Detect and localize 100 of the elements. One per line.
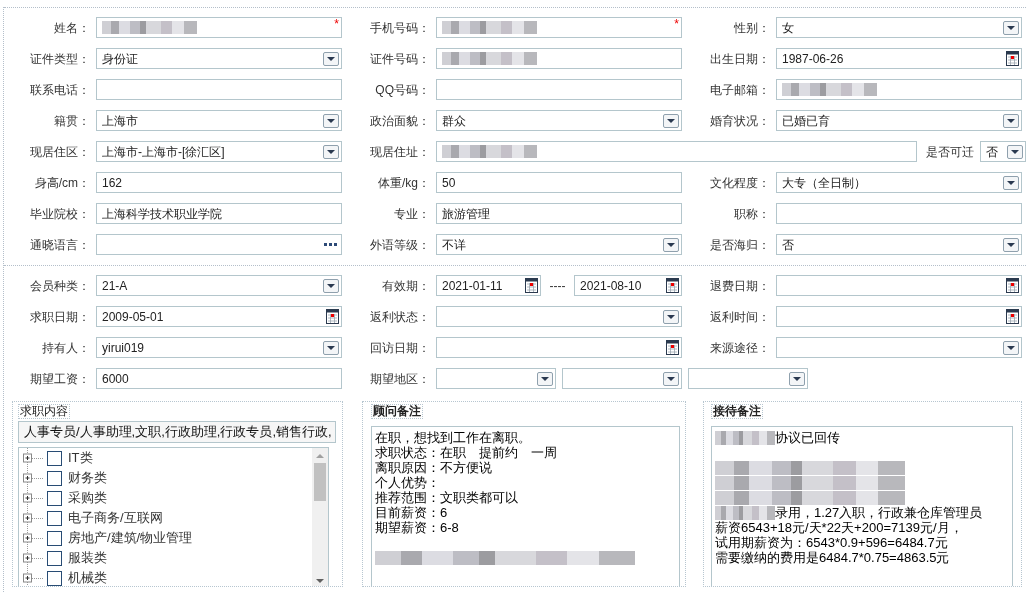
date-field[interactable]: 1987-06-26 bbox=[776, 48, 1022, 69]
text-field[interactable]: 50 bbox=[436, 172, 682, 193]
dropdown-field[interactable]: 群众 bbox=[436, 110, 682, 131]
ellipsis-icon[interactable] bbox=[324, 243, 339, 246]
calendar-icon[interactable] bbox=[666, 278, 679, 293]
text-field[interactable]: 旅游管理 bbox=[436, 203, 682, 224]
required-asterisk: * bbox=[674, 18, 679, 30]
text-field[interactable]: * bbox=[436, 17, 682, 38]
panel-title: 顾问备注 bbox=[371, 404, 423, 419]
checkbox[interactable] bbox=[47, 470, 62, 486]
dropdown-field[interactable]: 否 bbox=[776, 234, 1022, 255]
field-label: 出生日期： bbox=[709, 50, 770, 68]
field-label: 身高/cm： bbox=[33, 174, 90, 192]
date-field[interactable] bbox=[436, 337, 682, 358]
field-label: 政治面貌： bbox=[369, 112, 430, 130]
checkbox[interactable] bbox=[47, 510, 62, 526]
tree-item-label[interactable]: IT类 bbox=[68, 448, 93, 468]
panel-title: 求职内容 bbox=[18, 404, 70, 419]
calendar-icon[interactable] bbox=[1006, 278, 1019, 293]
field-label: 电子邮箱： bbox=[709, 81, 770, 99]
required-asterisk: * bbox=[334, 18, 339, 30]
dropdown-field[interactable]: 身份证 bbox=[96, 48, 342, 69]
text-field[interactable] bbox=[436, 141, 917, 162]
date-field[interactable] bbox=[776, 306, 1022, 327]
field-label: 联系电话： bbox=[29, 81, 90, 99]
dropdown-field[interactable]: 不详 bbox=[436, 234, 682, 255]
dropdown-field[interactable]: 21-A bbox=[96, 275, 342, 296]
dropdown-field[interactable]: 上海市-上海市-[徐汇区] bbox=[96, 141, 342, 162]
scrollbar[interactable] bbox=[312, 448, 328, 586]
tree-item-label[interactable]: 电子商务/互联网 bbox=[68, 508, 163, 528]
dropdown-field[interactable]: 已婚已育 bbox=[776, 110, 1022, 131]
calendar-icon[interactable] bbox=[326, 309, 339, 324]
field-label: 外语等级： bbox=[369, 236, 430, 254]
checkbox[interactable] bbox=[47, 570, 62, 586]
text-field[interactable]: 162 bbox=[96, 172, 342, 193]
field-label: 回访日期： bbox=[369, 339, 430, 357]
field-label: 籍贯： bbox=[53, 112, 90, 130]
field-label: 证件类型： bbox=[29, 50, 90, 68]
dropdown-field[interactable]: 上海市 bbox=[96, 110, 342, 131]
notes-textarea[interactable]: 在职，想找到工作在离职。 求职状态：在职 提前约 一周 离职原因：不方便说 个人优势： 推荐范围：文职类都可以 目前薪资：6 期望薪资：6-8 bbox=[371, 426, 680, 586]
text-field[interactable] bbox=[96, 79, 342, 100]
text-field[interactable] bbox=[776, 79, 1022, 100]
field-label: 手机号码： bbox=[369, 19, 430, 37]
date-field[interactable]: 2021-01-11 bbox=[436, 275, 541, 296]
calendar-icon[interactable] bbox=[1006, 51, 1019, 66]
text-field[interactable] bbox=[776, 203, 1022, 224]
calendar-icon[interactable] bbox=[666, 340, 679, 355]
field-label: 持有人： bbox=[41, 339, 90, 357]
calendar-icon[interactable] bbox=[1006, 309, 1019, 324]
field-label: 来源途径： bbox=[709, 339, 770, 357]
dropdown-field[interactable]: 大专（全日制） bbox=[776, 172, 1022, 193]
dropdown-field[interactable] bbox=[436, 368, 556, 389]
field-label: 期望工资： bbox=[29, 370, 90, 388]
dropdown-field[interactable]: yirui019 bbox=[96, 337, 342, 358]
tree-item-label[interactable]: 财务类 bbox=[68, 468, 107, 488]
field-label: 性别： bbox=[733, 19, 770, 37]
date-field[interactable] bbox=[776, 275, 1022, 296]
date-field[interactable]: 2009-05-01 bbox=[96, 306, 342, 327]
checkbox[interactable] bbox=[47, 490, 62, 506]
dropdown-field[interactable] bbox=[776, 337, 1022, 358]
range-separator: ---- bbox=[548, 277, 567, 295]
dropdown-field[interactable] bbox=[562, 368, 682, 389]
field-label: 现居住址： bbox=[369, 143, 430, 161]
checkbox[interactable] bbox=[47, 550, 62, 566]
dropdown-field[interactable]: 否 bbox=[980, 141, 1026, 162]
text-field[interactable]: * bbox=[96, 17, 342, 38]
checkbox[interactable] bbox=[47, 450, 62, 466]
calendar-icon[interactable] bbox=[525, 278, 538, 293]
field-label: 专业： bbox=[393, 205, 430, 223]
dropdown-field[interactable]: 女 bbox=[776, 17, 1022, 38]
text-field[interactable]: 人事专员/人事助理,文职,行政助理,行政专员,销售行政, bbox=[18, 421, 336, 443]
field-label: 期望地区： bbox=[369, 370, 430, 388]
field-label: 会员种类： bbox=[29, 277, 90, 295]
notes-textarea[interactable]: 协议已回传 录用，1.27入职，行政兼仓库管理员 薪资6543+18元/天*22天+200=7139元/月， 试用期薪资为：6543*0.9+596=6484.7元 需要缴纳的费用是6484.7*0.75=4863.5元 bbox=[711, 426, 1013, 586]
tree-item-label[interactable]: 房地产/建筑/物业管理 bbox=[68, 528, 193, 548]
field-label: 姓名： bbox=[53, 19, 90, 37]
field-label: 现居住区： bbox=[29, 143, 90, 161]
text-field[interactable]: 上海科学技术职业学院 bbox=[96, 203, 342, 224]
field-label: 职称： bbox=[733, 205, 770, 223]
field-label: 退费日期： bbox=[709, 277, 770, 295]
field-label: 文化程度： bbox=[709, 174, 770, 192]
tree-item-label[interactable]: 采购类 bbox=[68, 488, 107, 508]
text-field[interactable] bbox=[436, 79, 682, 100]
tree-item-label[interactable]: 服装类 bbox=[68, 548, 107, 568]
checkbox[interactable] bbox=[47, 530, 62, 546]
lookup-field[interactable] bbox=[96, 234, 342, 255]
text-field[interactable]: 6000 bbox=[96, 368, 342, 389]
field-label: 求职日期： bbox=[29, 308, 90, 326]
field-label: 返利时间： bbox=[709, 308, 770, 326]
text-field[interactable] bbox=[436, 48, 682, 69]
field-label: 返利状态： bbox=[369, 308, 430, 326]
field-label: 体重/kg： bbox=[377, 174, 430, 192]
dropdown-field[interactable] bbox=[688, 368, 808, 389]
field-label: 证件号码： bbox=[369, 50, 430, 68]
field-label: QQ号码： bbox=[374, 81, 430, 99]
dropdown-field[interactable] bbox=[436, 306, 682, 327]
date-field[interactable]: 2021-08-10 bbox=[574, 275, 682, 296]
tree-item-label[interactable]: 机械类 bbox=[68, 568, 107, 586]
field-label: 有效期： bbox=[381, 277, 430, 295]
field-label: 是否可迁 bbox=[926, 143, 974, 161]
